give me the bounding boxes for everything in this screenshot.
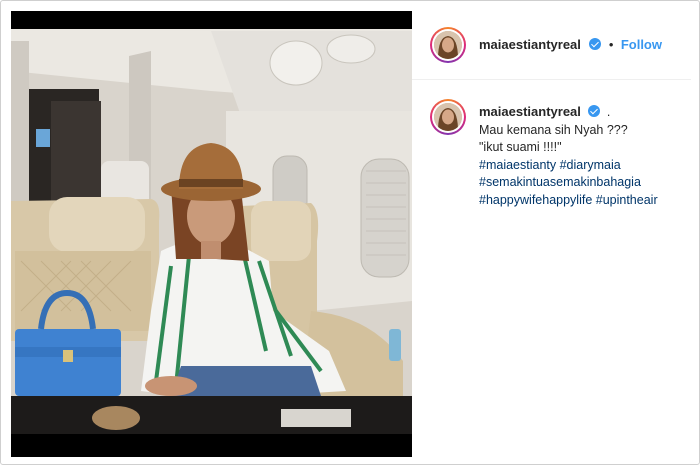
verified-badge-icon	[589, 38, 602, 50]
post-card: maiaestiantyreal • Follow maiaestiantyre…	[0, 0, 700, 465]
post-caption: maiaestiantyreal . Mau kemana sih Nyah ?…	[479, 103, 689, 209]
follow-button[interactable]: Follow	[621, 37, 662, 52]
post-header: maiaestiantyreal • Follow	[412, 11, 691, 80]
hashtag-line[interactable]: #semakintuasemakinbahagia	[479, 174, 689, 192]
caption-verified-badge-icon	[588, 105, 601, 117]
separator-dot: •	[608, 37, 614, 52]
avatar-border	[432, 29, 464, 61]
caption-dot: .	[606, 105, 611, 119]
caption-username-link[interactable]: maiaestiantyreal	[479, 104, 581, 119]
caption-text-line: "ikut suami !!!!"	[479, 140, 562, 154]
username-link[interactable]: maiaestiantyreal	[479, 37, 581, 52]
caption-avatar-border	[432, 101, 464, 133]
jet-cabin-photo	[11, 11, 412, 457]
post-sidebar: maiaestiantyreal • Follow maiaestiantyre…	[412, 11, 691, 457]
hashtag-line[interactable]: #maiaestianty #diarymaia	[479, 157, 689, 175]
caption-text-line: Mau kemana sih Nyah ???	[479, 122, 628, 137]
caption-avatar[interactable]	[430, 99, 466, 135]
caption-avatar-image	[434, 103, 462, 131]
avatar[interactable]	[430, 27, 466, 63]
avatar-image	[434, 31, 462, 59]
header-line: maiaestiantyreal • Follow	[479, 36, 662, 54]
hashtag-line[interactable]: #happywifehappylife #upintheair	[479, 192, 689, 210]
caption-header: maiaestiantyreal .	[479, 103, 689, 122]
post-photo[interactable]	[11, 11, 412, 457]
